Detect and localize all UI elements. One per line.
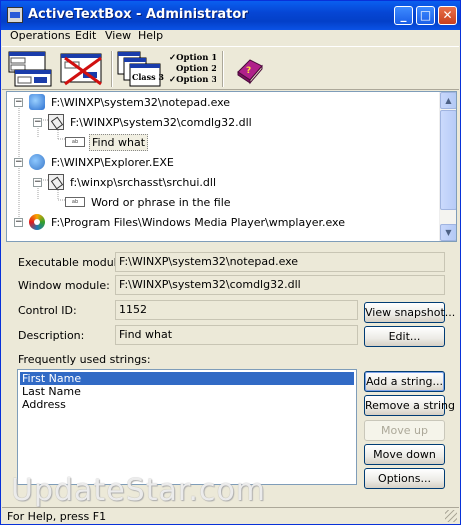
- collapse-icon[interactable]: −: [33, 177, 42, 187]
- help-tool[interactable]: ?: [234, 50, 264, 88]
- dialog-icon: [48, 114, 64, 130]
- tree-item[interactable]: − f:\winxp\srchasst\srchui.dll: [33, 173, 218, 191]
- menu-edit[interactable]: Edit: [75, 29, 96, 42]
- dialog-icon: [48, 174, 64, 190]
- minimize-button[interactable]: _: [394, 6, 413, 25]
- help-book-icon: ?: [237, 59, 263, 85]
- tree-item-label: f:\winxp\srchasst\srchui.dll: [70, 175, 217, 189]
- list-item[interactable]: First Name: [20, 372, 354, 385]
- exe-icon: [29, 94, 45, 110]
- option-1-text: ✓Option 1: [169, 53, 216, 63]
- toolbar: Class 3 ✓Option 1 Option 2 ✓Option 3 ?: [2, 46, 459, 90]
- class-view-icon: Class 3: [117, 51, 164, 87]
- collapse-icon[interactable]: −: [33, 117, 42, 127]
- collapse-icon[interactable]: −: [14, 157, 23, 167]
- options-button[interactable]: Options...: [364, 468, 445, 489]
- tree-item[interactable]: ab Word or phrase in the file: [65, 193, 233, 211]
- module-tree[interactable]: − F:\WINXP\system32\notepad.exe − F:\WIN…: [6, 91, 457, 242]
- app-icon[interactable]: [7, 7, 23, 23]
- move-up-button[interactable]: Move up: [364, 420, 445, 441]
- window-module-value: F:\WINXP\system32\comdlg32.dll: [115, 275, 445, 295]
- remove-string-button[interactable]: Remove a string: [364, 395, 455, 416]
- executable-value: F:\WINXP\system32\notepad.exe: [115, 252, 445, 272]
- toolbar-separator: [111, 51, 113, 87]
- tree-item-label: Find what: [89, 133, 149, 151]
- option-2-text: Option 2: [176, 64, 216, 74]
- watermark-text: UpdateStar.com: [11, 473, 267, 508]
- strings-label: Frequently used strings:: [18, 353, 151, 366]
- edit-button[interactable]: Edit...: [364, 326, 445, 347]
- add-string-button[interactable]: Add a string...: [364, 371, 445, 392]
- menu-operations[interactable]: Operations: [10, 29, 70, 42]
- tree-item-label: F:\WINXP\system32\comdlg32.dll: [70, 115, 252, 129]
- tree-item-label: F:\WINXP\system32\notepad.exe: [51, 95, 231, 109]
- move-down-button[interactable]: Move down: [364, 444, 445, 465]
- tree-item[interactable]: − F:\WINXP\Explorer.EXE: [14, 153, 176, 171]
- collapse-icon[interactable]: −: [14, 97, 23, 107]
- delete-controls-icon: [60, 53, 102, 86]
- maximize-button[interactable]: □: [416, 6, 435, 25]
- collapse-icon[interactable]: −: [14, 217, 23, 227]
- title-bar[interactable]: ActiveTextBox - Administrator _ □ ✕: [1, 1, 460, 30]
- tree-clip: [7, 237, 439, 241]
- svg-text:?: ?: [246, 66, 251, 76]
- control-icon: ab: [65, 137, 85, 147]
- list-item[interactable]: Address: [20, 398, 354, 411]
- class-tool-label: Class 3: [132, 72, 164, 82]
- tree-item-label: F:\Program Files\Windows Media Player\wm…: [51, 215, 345, 229]
- app-window: ActiveTextBox - Administrator _ □ ✕ Oper…: [0, 0, 461, 525]
- option-3-text: ✓Option 3: [169, 75, 216, 85]
- menu-view[interactable]: View: [105, 29, 131, 42]
- find-controls-tool[interactable]: [7, 50, 55, 88]
- executable-label: Executable module:: [18, 256, 128, 269]
- class-view-tool[interactable]: Class 3: [116, 50, 164, 88]
- tree-item[interactable]: − F:\WINXP\system32\notepad.exe: [14, 93, 232, 111]
- explorer-icon: [29, 154, 45, 170]
- tree-item-label: F:\WINXP\Explorer.EXE: [51, 155, 174, 169]
- scroll-thumb[interactable]: [440, 110, 456, 210]
- description-value: Find what: [115, 325, 358, 345]
- menu-help[interactable]: Help: [138, 29, 163, 42]
- status-text: For Help, press F1: [7, 510, 107, 523]
- scroll-up-icon[interactable]: ▲: [440, 92, 456, 109]
- tree-scrollbar[interactable]: ▲ ▼: [439, 92, 456, 241]
- view-snapshot-button[interactable]: View snapshot...: [364, 302, 455, 323]
- find-controls-icon: [8, 51, 52, 87]
- delete-controls-tool[interactable]: [57, 50, 107, 88]
- tree-item-selected[interactable]: ab Find what: [65, 133, 149, 151]
- media-player-icon: [29, 214, 45, 230]
- window-module-label: Window module:: [18, 279, 110, 292]
- tree-item-label: Word or phrase in the file: [91, 195, 231, 209]
- control-id-value: 1152: [115, 300, 358, 320]
- status-bar: For Help, press F1: [2, 507, 459, 524]
- options-icon: ✓Option 1 Option 2 ✓Option 3: [169, 53, 217, 85]
- close-button[interactable]: ✕: [438, 6, 457, 25]
- strings-list[interactable]: First Name Last Name Address: [17, 369, 357, 485]
- resize-grip-icon[interactable]: [445, 510, 457, 522]
- options-tool[interactable]: ✓Option 1 Option 2 ✓Option 3: [168, 50, 217, 88]
- toolbar-separator: [222, 51, 224, 87]
- description-label: Description:: [18, 329, 85, 342]
- control-id-label: Control ID:: [18, 304, 77, 317]
- scroll-down-icon[interactable]: ▼: [440, 224, 456, 241]
- tree-item[interactable]: − F:\WINXP\system32\comdlg32.dll: [33, 113, 254, 131]
- menu-bar: Operations Edit View Help: [2, 28, 459, 46]
- list-item[interactable]: Last Name: [20, 385, 354, 398]
- tree-item[interactable]: − F:\Program Files\Windows Media Player\…: [14, 213, 347, 231]
- control-icon: ab: [65, 197, 85, 207]
- window-title: ActiveTextBox - Administrator: [28, 7, 248, 22]
